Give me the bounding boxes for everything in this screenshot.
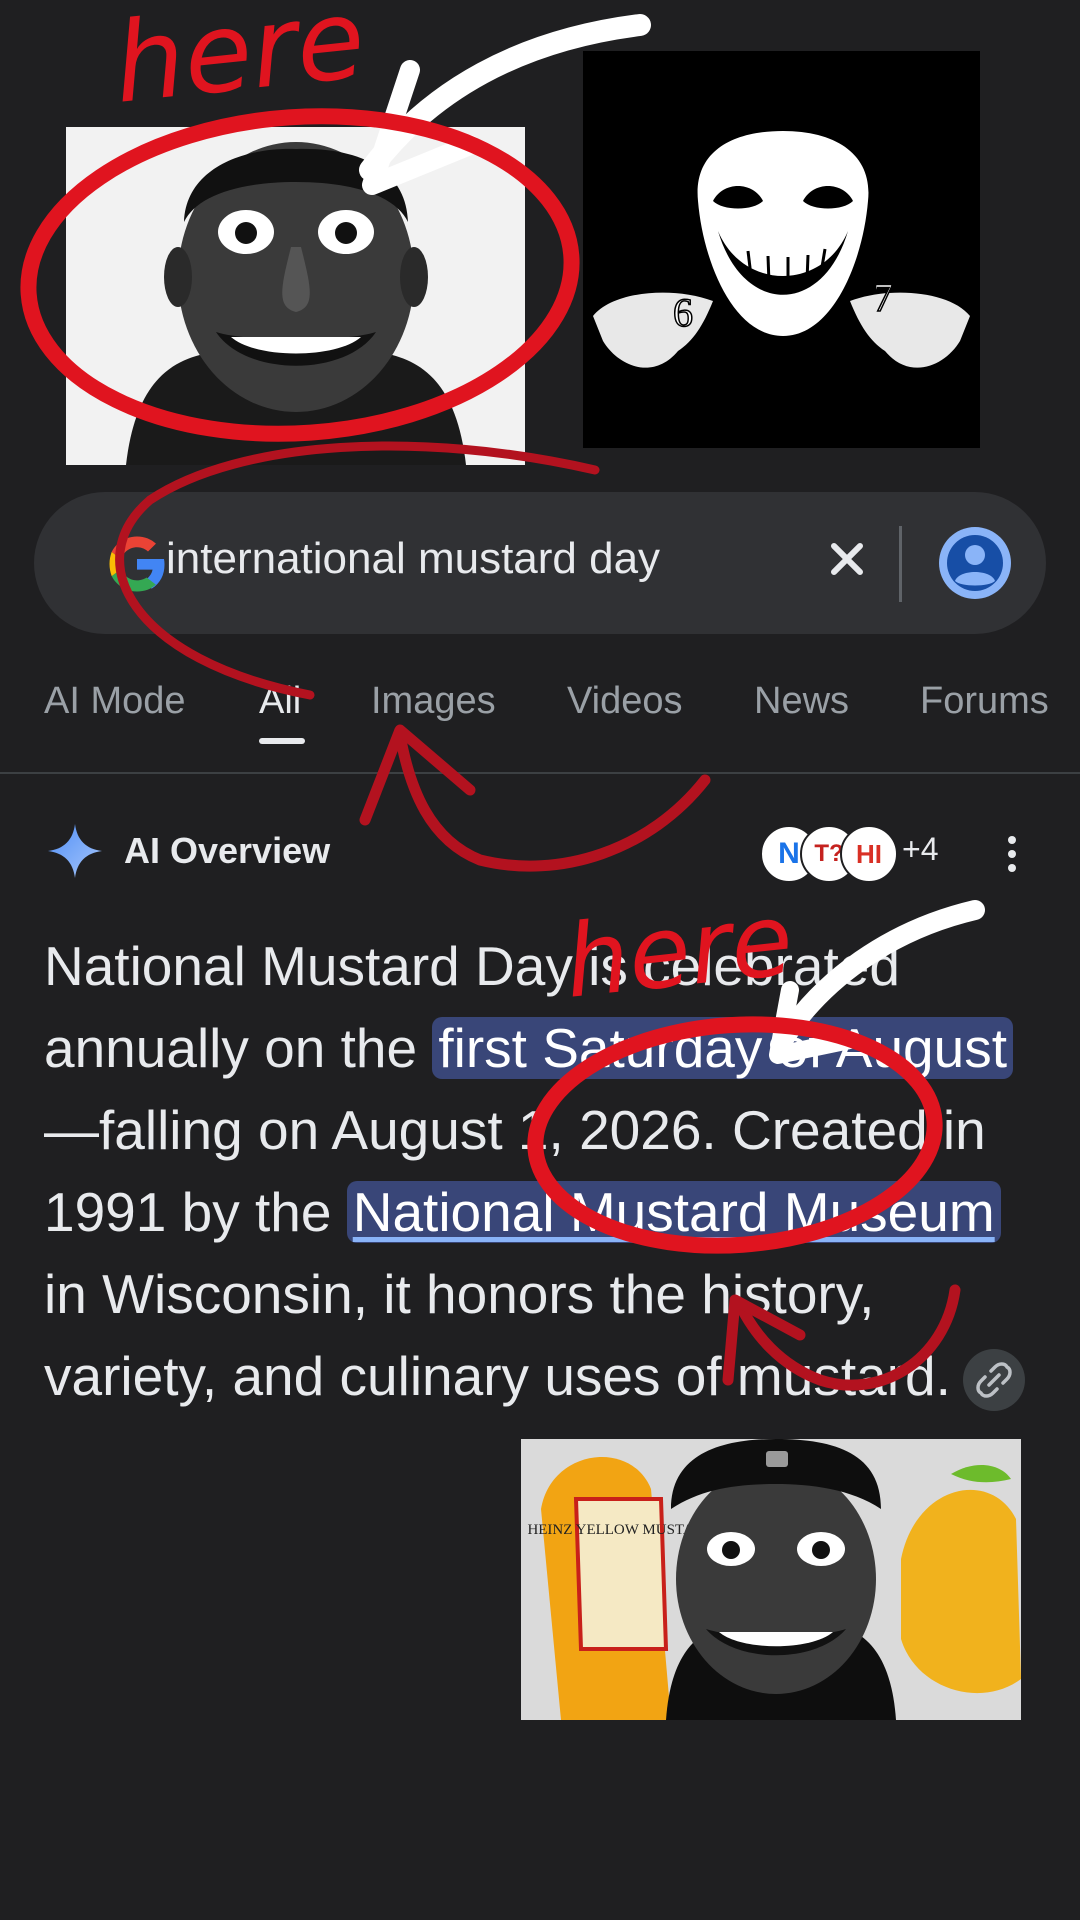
ai-overview-title: AI Overview bbox=[124, 830, 331, 871]
link-national-mustard-museum[interactable]: National Mustard Museum bbox=[346, 1181, 1001, 1243]
meme-troll-image-right: 6 7 bbox=[583, 51, 980, 448]
overview-text-part-3: in Wisconsin, it honors the history, var… bbox=[44, 1263, 951, 1407]
meme-face-image-left bbox=[66, 127, 525, 465]
tabs-divider bbox=[0, 772, 1080, 774]
tab-news[interactable]: News bbox=[754, 680, 849, 723]
google-logo-icon bbox=[109, 536, 165, 592]
tab-ai-mode[interactable]: AI Mode bbox=[44, 680, 186, 723]
tab-images[interactable]: Images bbox=[371, 680, 496, 723]
search-tabs: AI Mode All Images Videos News Forums bbox=[0, 680, 1080, 775]
tab-all[interactable]: All bbox=[259, 680, 301, 723]
highlight-first-saturday[interactable]: first Saturday of August bbox=[432, 1017, 1013, 1079]
account-circle-icon[interactable] bbox=[937, 525, 1013, 601]
tab-forums[interactable]: Forums bbox=[920, 680, 1049, 723]
more-sources-count[interactable]: +4 bbox=[902, 831, 938, 868]
meme-mustard-image-bottom: HEINZ YELLOW MUSTARD bbox=[521, 1439, 1021, 1720]
annotation-here-top: here bbox=[108, 0, 370, 128]
source-favicons[interactable]: N T? HI bbox=[760, 825, 900, 883]
hand-number-six: 6 bbox=[673, 290, 693, 335]
search-bar[interactable]: international mustard day bbox=[34, 492, 1046, 634]
screen: 6 7 international mustard day AI Mode Al… bbox=[0, 0, 1080, 1920]
link-icon[interactable] bbox=[962, 1349, 1025, 1412]
more-options-icon[interactable] bbox=[1000, 832, 1024, 876]
tab-videos[interactable]: Videos bbox=[567, 680, 683, 723]
gemini-sparkle-icon bbox=[48, 824, 102, 878]
active-tab-indicator bbox=[259, 738, 305, 744]
close-icon[interactable] bbox=[814, 526, 880, 592]
hand-number-seven: 7 bbox=[873, 275, 893, 320]
ai-overview-text: National Mustard Day is celebrated annua… bbox=[44, 925, 1054, 1417]
search-input[interactable]: international mustard day bbox=[166, 534, 660, 584]
source-favicon-hi[interactable]: HI bbox=[840, 825, 898, 883]
searchbar-divider bbox=[899, 526, 902, 602]
